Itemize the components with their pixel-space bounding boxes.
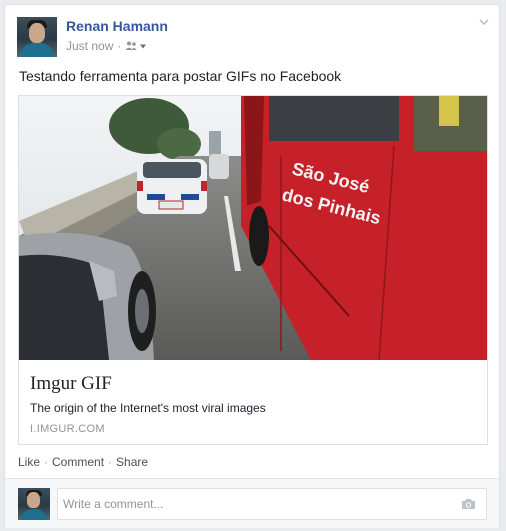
comment-button[interactable]: Comment	[52, 455, 104, 469]
friends-icon[interactable]	[125, 41, 147, 51]
post-actions: Like · Comment · Share	[18, 455, 149, 469]
post-options-chevron-icon[interactable]	[479, 17, 489, 27]
commenter-avatar[interactable]	[18, 488, 50, 520]
link-preview[interactable]: São José dos Pinhais Imgur GIF The origi…	[18, 95, 488, 445]
link-title[interactable]: Imgur GIF	[30, 373, 112, 395]
comment-input[interactable]	[57, 488, 487, 520]
gif-preview-image[interactable]: São José dos Pinhais	[19, 96, 487, 360]
camera-icon[interactable]	[461, 498, 476, 510]
post-timestamp[interactable]: Just now	[66, 39, 113, 53]
share-button[interactable]: Share	[116, 455, 148, 469]
link-domain: I.IMGUR.COM	[30, 423, 105, 435]
post-card: Renan Hamann Just now · Testando ferrame…	[4, 4, 500, 528]
author-name[interactable]: Renan Hamann	[66, 18, 168, 34]
comment-area	[5, 478, 499, 528]
link-description: The origin of the Internet's most viral …	[30, 401, 266, 415]
post-text: Testando ferramenta para postar GIFs no …	[19, 68, 342, 84]
author-avatar[interactable]	[17, 17, 57, 57]
post-meta: Just now ·	[66, 39, 147, 53]
like-button[interactable]: Like	[18, 455, 40, 469]
